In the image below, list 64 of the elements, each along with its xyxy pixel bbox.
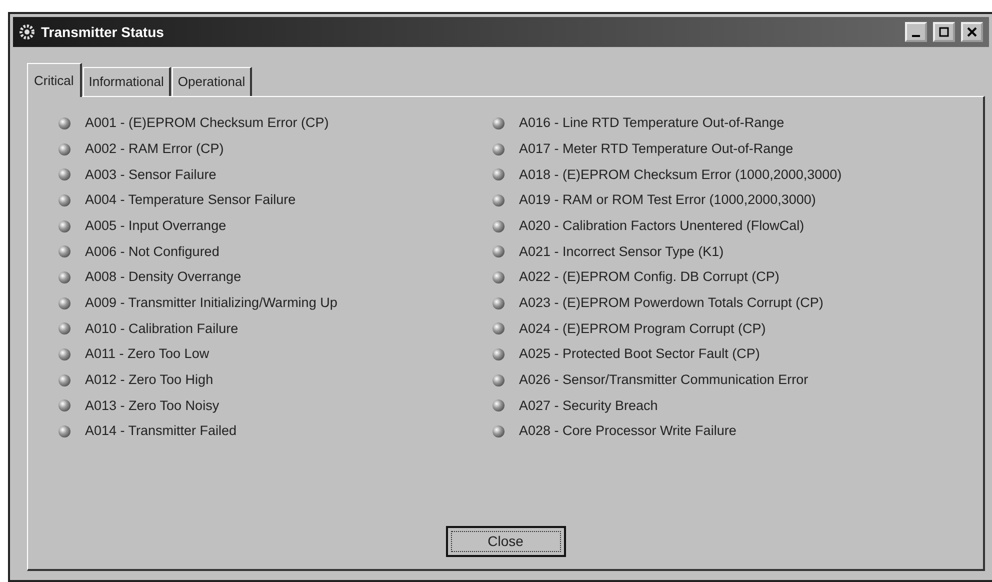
alarm-label: A028 - Core Processor Write Failure xyxy=(519,422,736,440)
gear-icon xyxy=(19,24,35,40)
alarm-label: A027 - Security Breach xyxy=(519,396,658,415)
indicator-icon xyxy=(492,322,505,336)
tab[interactable]: Informational xyxy=(82,67,171,96)
alarm-label: A010 - Calibration Failure xyxy=(85,320,238,338)
alarm-label: A013 - Zero Too Noisy xyxy=(85,396,220,415)
alarm-label: A020 - Calibration Factors Unentered (FlowCal) xyxy=(519,216,804,235)
alarm-label: A012 - Zero Too High xyxy=(85,371,214,390)
indicator-icon xyxy=(492,116,505,130)
window-title: Transmitter Status xyxy=(41,22,164,42)
alarm-label: A023 - (E)EPROM Powerdown Totals Corrupt (CP) xyxy=(519,294,824,312)
tab[interactable]: Critical xyxy=(27,63,82,96)
alarm-label: A014 - Transmitter Failed xyxy=(85,422,237,440)
alarm-label: A008 - Density Overrange xyxy=(85,268,242,286)
indicator-icon xyxy=(58,142,71,156)
indicator-icon xyxy=(58,425,71,438)
close-icon xyxy=(967,27,977,37)
indicator-icon xyxy=(58,374,71,387)
indicator-icon xyxy=(58,168,71,182)
alarm-label: A018 - (E)EPROM Checksum Error (1000,2000,3000) xyxy=(519,166,842,184)
indicator-icon xyxy=(492,296,505,310)
alarm-label: A011 - Zero Too Low xyxy=(85,345,210,364)
alarm-label: A022 - (E)EPROM Config. DB Corrupt (CP) xyxy=(519,268,780,286)
alarm-label: A001 - (E)EPROM Checksum Error (CP) xyxy=(85,114,329,132)
close-button[interactable]: Close xyxy=(446,526,566,557)
maximize-icon xyxy=(939,27,949,37)
indicator-icon xyxy=(492,348,505,362)
minimize-button[interactable] xyxy=(905,22,927,42)
indicator-icon xyxy=(58,322,71,336)
indicator-icon xyxy=(58,270,71,284)
alarm-label: A025 - Protected Boot Sector Fault (CP) xyxy=(519,345,760,364)
indicator-icon xyxy=(58,348,71,362)
alarm-label: A026 - Sensor/Transmitter Communication Error xyxy=(519,371,808,390)
indicator-icon xyxy=(492,270,505,284)
indicator-icon xyxy=(492,142,505,156)
indicator-icon xyxy=(492,374,505,387)
indicator-icon xyxy=(492,425,505,438)
indicator-icon xyxy=(492,194,505,207)
alarm-label: A002 - RAM Error (CP) xyxy=(85,140,224,158)
indicator-icon xyxy=(58,116,71,130)
alarm-label: A009 - Transmitter Initializing/Warming Up xyxy=(85,294,338,312)
tab[interactable]: Operational xyxy=(172,67,252,96)
alarm-label: A024 - (E)EPROM Program Corrupt (CP) xyxy=(519,320,766,338)
alarm-label: A006 - Not Configured xyxy=(85,242,220,261)
indicator-icon xyxy=(58,296,71,310)
indicator-icon xyxy=(492,399,505,412)
minimize-icon xyxy=(912,34,920,36)
indicator-icon xyxy=(492,168,505,182)
close-window-button[interactable] xyxy=(961,22,983,42)
alarm-label: A021 - Incorrect Sensor Type (K1) xyxy=(519,242,724,261)
indicator-icon xyxy=(58,194,71,207)
alarm-label: A017 - Meter RTD Temperature Out-of-Range xyxy=(519,140,794,158)
indicator-icon xyxy=(492,220,505,233)
alarm-label: A019 - RAM or ROM Test Error (1000,2000,3000) xyxy=(519,191,816,210)
indicator-icon xyxy=(492,245,505,258)
alarm-label: A016 - Line RTD Temperature Out-of-Range xyxy=(519,114,784,132)
indicator-icon xyxy=(58,399,71,412)
indicator-icon xyxy=(58,220,71,233)
alarm-label: A004 - Temperature Sensor Failure xyxy=(85,191,296,210)
alarm-label: A005 - Input Overrange xyxy=(85,216,226,235)
maximize-button[interactable] xyxy=(933,22,955,42)
indicator-icon xyxy=(58,245,71,258)
alarm-label: A003 - Sensor Failure xyxy=(85,166,216,184)
